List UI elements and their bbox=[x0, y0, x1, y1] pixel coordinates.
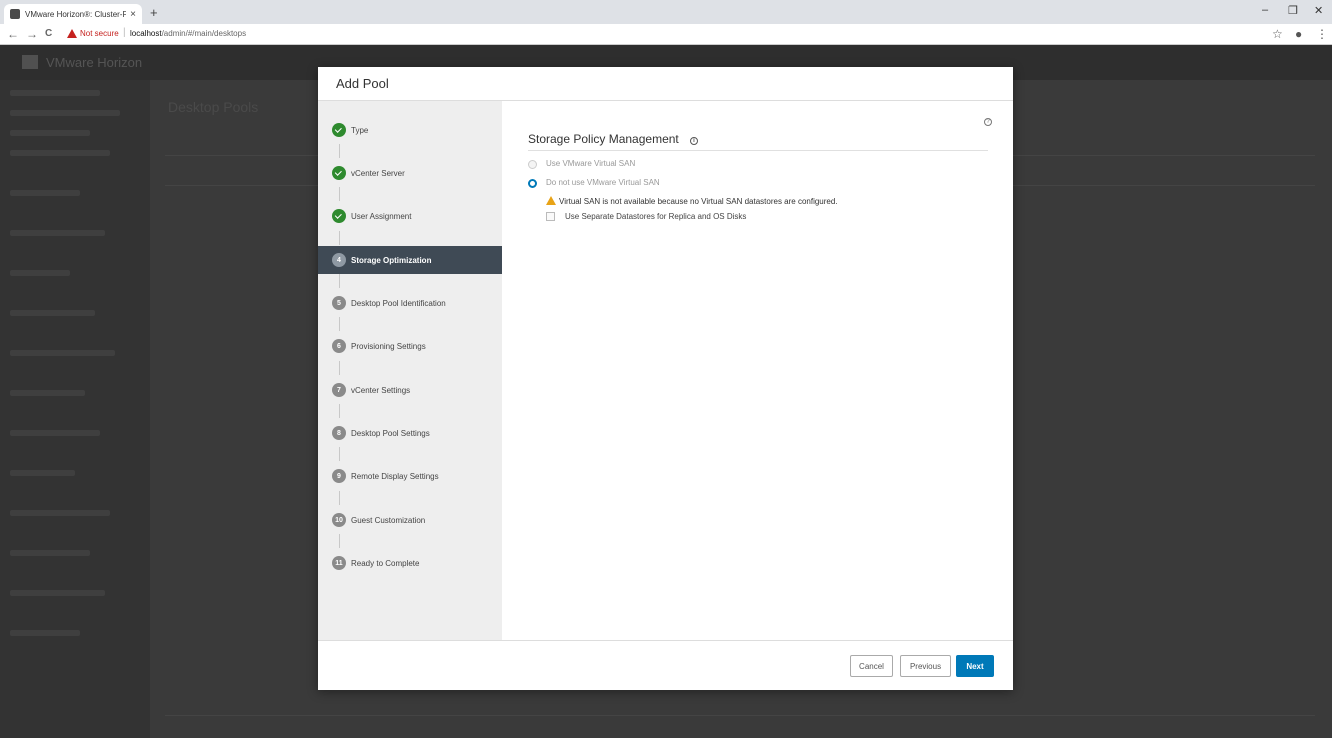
step-label: vCenter Server bbox=[351, 168, 405, 178]
use-vsan-label: Use VMware Virtual SAN bbox=[546, 159, 636, 168]
vmware-logo-icon bbox=[22, 55, 38, 69]
step-label: Desktop Pool Identification bbox=[351, 298, 446, 308]
check-icon bbox=[332, 166, 346, 180]
step-remote-display-settings[interactable]: 9 Remote Display Settings bbox=[318, 462, 502, 490]
info-icon[interactable]: i bbox=[690, 137, 698, 145]
separate-datastores-checkbox[interactable] bbox=[546, 212, 555, 221]
section-title: Storage Policy Management bbox=[528, 132, 679, 146]
not-secure-label[interactable]: Not secure bbox=[80, 29, 119, 38]
url-separator: | bbox=[123, 27, 126, 38]
account-icon[interactable]: ● bbox=[1295, 27, 1302, 41]
browser-menu-icon[interactable]: ⋮ bbox=[1316, 27, 1328, 41]
step-ready-to-complete[interactable]: 11 Ready to Complete bbox=[318, 549, 502, 577]
section-divider bbox=[528, 150, 988, 151]
wizard-steps: Type vCenter Server User Assignment 4 St… bbox=[318, 101, 502, 640]
cancel-button[interactable]: Cancel bbox=[850, 655, 893, 677]
back-icon[interactable]: ← bbox=[7, 27, 19, 41]
check-icon bbox=[332, 123, 346, 137]
no-vsan-radio[interactable] bbox=[528, 179, 537, 188]
step-number: 5 bbox=[332, 296, 346, 310]
reload-icon[interactable]: C bbox=[45, 28, 52, 39]
app-sidebar bbox=[0, 80, 150, 738]
separate-datastores-label: Use Separate Datastores for Replica and … bbox=[565, 212, 747, 221]
step-desktop-pool-settings[interactable]: 8 Desktop Pool Settings bbox=[318, 419, 502, 447]
forward-icon[interactable]: → bbox=[26, 27, 38, 41]
step-number: 6 bbox=[332, 339, 346, 353]
dialog-title: Add Pool bbox=[336, 76, 389, 91]
help-icon[interactable]: ? bbox=[984, 118, 992, 126]
warning-icon bbox=[546, 196, 556, 205]
app-brand: VMware Horizon bbox=[46, 55, 143, 70]
step-storage-optimization[interactable]: 4 Storage Optimization bbox=[318, 246, 502, 274]
vmware-favicon-icon bbox=[10, 9, 20, 19]
step-label: Desktop Pool Settings bbox=[351, 428, 430, 438]
browser-tab[interactable]: VMware Horizon®: Cluster-FS-V × bbox=[4, 4, 142, 24]
url-path: /admin/#/main/desktops bbox=[161, 29, 247, 38]
step-vcenter-settings[interactable]: 7 vCenter Settings bbox=[318, 376, 502, 404]
minimize-icon[interactable]: – bbox=[1262, 4, 1268, 16]
address-bar: ← → C Not secure | localhost/admin/#/mai… bbox=[0, 24, 1332, 45]
step-label: Remote Display Settings bbox=[351, 471, 439, 481]
step-number: 10 bbox=[332, 513, 346, 527]
step-provisioning-settings[interactable]: 6 Provisioning Settings bbox=[318, 332, 502, 360]
step-label: Guest Customization bbox=[351, 515, 426, 525]
step-label: Storage Optimization bbox=[351, 255, 432, 265]
step-desktop-pool-identification[interactable]: 5 Desktop Pool Identification bbox=[318, 289, 502, 317]
previous-button[interactable]: Previous bbox=[900, 655, 951, 677]
tab-title: VMware Horizon®: Cluster-FS-V bbox=[25, 9, 127, 19]
step-content: ? Storage Policy Management i Use VMware… bbox=[502, 101, 1013, 640]
dialog-footer: Cancel Previous Next bbox=[318, 640, 1013, 690]
use-vsan-radio[interactable] bbox=[528, 160, 537, 169]
step-label: Type bbox=[351, 125, 369, 135]
step-number: 4 bbox=[332, 253, 346, 267]
step-number: 11 bbox=[332, 556, 346, 570]
step-label: vCenter Settings bbox=[351, 385, 411, 395]
step-type[interactable]: Type bbox=[318, 116, 502, 144]
step-label: Ready to Complete bbox=[351, 558, 420, 568]
window-close-icon[interactable]: ✕ bbox=[1314, 4, 1323, 17]
step-number: 7 bbox=[332, 383, 346, 397]
page-title: Desktop Pools bbox=[168, 99, 259, 115]
new-tab-button[interactable]: + bbox=[150, 5, 158, 20]
step-number: 9 bbox=[332, 469, 346, 483]
tab-close-icon[interactable]: × bbox=[130, 9, 136, 20]
vsan-warning-text: Virtual SAN is not available because no … bbox=[559, 197, 838, 206]
url-host: localhost bbox=[130, 29, 162, 38]
check-icon bbox=[332, 209, 346, 223]
step-label: Provisioning Settings bbox=[351, 341, 426, 351]
url-field[interactable]: localhost/admin/#/main/desktops bbox=[130, 29, 246, 38]
bookmark-star-icon[interactable]: ☆ bbox=[1272, 27, 1283, 41]
step-guest-customization[interactable]: 10 Guest Customization bbox=[318, 506, 502, 534]
browser-tabbar: VMware Horizon®: Cluster-FS-V × + – ❐ ✕ bbox=[0, 0, 1332, 24]
add-pool-dialog: Add Pool Type vCenter Server User Assign… bbox=[318, 67, 1013, 690]
step-number: 8 bbox=[332, 426, 346, 440]
next-button[interactable]: Next bbox=[956, 655, 994, 677]
step-user-assignment[interactable]: User Assignment bbox=[318, 202, 502, 230]
step-label: User Assignment bbox=[351, 211, 412, 221]
restore-icon[interactable]: ❐ bbox=[1288, 4, 1298, 17]
step-vcenter-server[interactable]: vCenter Server bbox=[318, 159, 502, 187]
not-secure-warning-icon bbox=[67, 29, 77, 38]
dialog-header: Add Pool bbox=[318, 67, 1013, 101]
no-vsan-label: Do not use VMware Virtual SAN bbox=[546, 178, 660, 187]
